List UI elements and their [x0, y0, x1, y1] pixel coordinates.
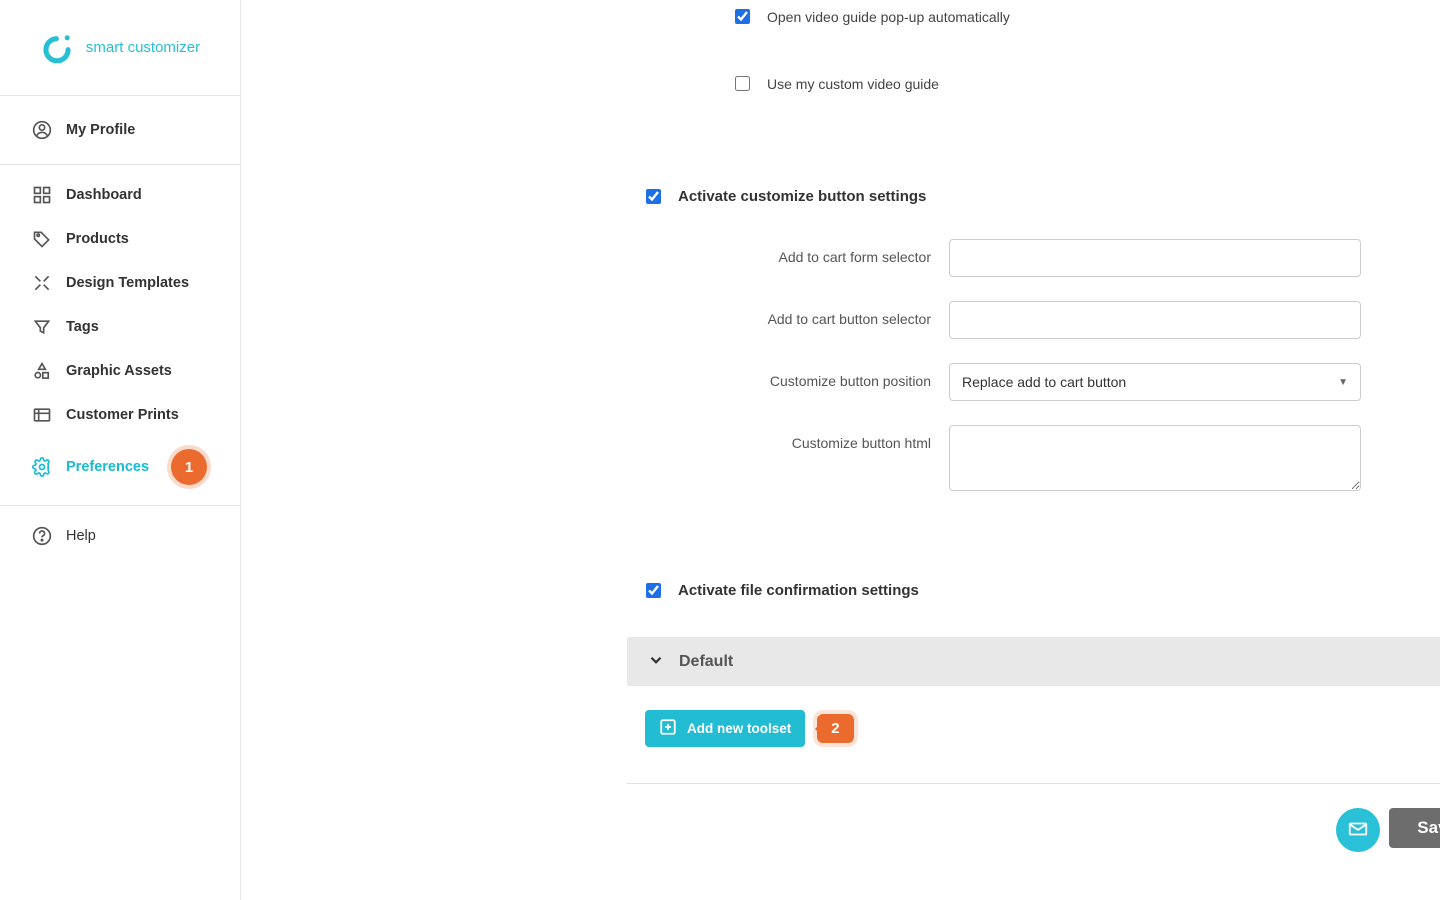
- divider: [627, 783, 1440, 784]
- sidebar-item-label: Design Templates: [66, 275, 189, 291]
- brand: smart customizer: [0, 0, 240, 96]
- sidebar-item-label: Graphic Assets: [66, 363, 172, 379]
- tools-icon: [32, 273, 52, 293]
- save-button[interactable]: Save: [1389, 808, 1440, 848]
- sidebar-item-label: My Profile: [66, 122, 135, 138]
- section-title: Activate file confirmation settings: [678, 582, 919, 599]
- sidebar-item-design-templates[interactable]: Design Templates: [0, 261, 240, 305]
- checkbox-activate-file-confirmation[interactable]: [646, 583, 661, 598]
- field-button-html: Customize button html: [241, 425, 1440, 494]
- field-label: Add to cart button selector: [241, 301, 949, 327]
- add-toolset-button[interactable]: Add new toolset: [645, 710, 805, 747]
- checkbox-input[interactable]: [735, 9, 750, 24]
- button-label: Save: [1417, 818, 1440, 837]
- checkbox-custom-video[interactable]: Use my custom video guide: [731, 67, 1440, 100]
- brand-logo-icon: [40, 31, 74, 65]
- checkbox-label: Use my custom video guide: [767, 76, 939, 92]
- input-form-selector[interactable]: [949, 239, 1361, 277]
- field-button-position: Customize button position Replace add to…: [241, 363, 1440, 401]
- tag-icon: [32, 229, 52, 249]
- input-button-selector[interactable]: [949, 301, 1361, 339]
- sidebar-section-profile: My Profile: [0, 96, 240, 165]
- field-label: Customize button position: [241, 363, 949, 389]
- callout-badge-1: 1: [171, 449, 207, 485]
- sidebar: smart customizer My Profile Dashboard: [0, 0, 241, 900]
- chevron-down-icon: ▼: [1338, 377, 1348, 388]
- sidebar-item-label: Products: [66, 231, 129, 247]
- sidebar-item-customer-prints[interactable]: Customer Prints: [0, 393, 240, 437]
- sidebar-section-main: Dashboard Products Design Templates Tags: [0, 165, 240, 506]
- section-file-confirmation: Activate file confirmation settings: [642, 580, 1440, 601]
- select-value: Replace add to cart button: [962, 374, 1126, 390]
- user-icon: [32, 120, 52, 140]
- sidebar-item-profile[interactable]: My Profile: [0, 108, 240, 152]
- field-label: Customize button html: [241, 425, 949, 451]
- checkbox-activate-customize[interactable]: [646, 189, 661, 204]
- button-label: Add new toolset: [687, 721, 791, 736]
- mail-icon: [1347, 818, 1369, 843]
- sidebar-item-graphic-assets[interactable]: Graphic Assets: [0, 349, 240, 393]
- checkbox-label: Open video guide pop-up automatically: [767, 9, 1010, 25]
- sidebar-item-label: Help: [66, 528, 96, 544]
- select-button-position[interactable]: Replace add to cart button ▼: [949, 363, 1361, 401]
- sidebar-section-help: Help: [0, 506, 240, 566]
- field-button-selector: Add to cart button selector: [241, 301, 1440, 339]
- sidebar-item-label: Tags: [66, 319, 99, 335]
- sidebar-item-label: Dashboard: [66, 187, 142, 203]
- help-icon: [32, 526, 52, 546]
- accordion-title: Default: [679, 653, 733, 671]
- dashboard-icon: [32, 185, 52, 205]
- filter-icon: [32, 317, 52, 337]
- sidebar-item-label: Customer Prints: [66, 407, 179, 423]
- field-label: Add to cart form selector: [241, 239, 949, 265]
- checkbox-auto-video-popup[interactable]: Open video guide pop-up automatically: [731, 0, 1440, 33]
- prints-icon: [32, 405, 52, 425]
- sidebar-item-dashboard[interactable]: Dashboard: [0, 173, 240, 217]
- main-content: Open video guide pop-up automatically Us…: [241, 0, 1440, 900]
- callout-badge-2: 2: [817, 714, 853, 743]
- gear-icon: [32, 457, 52, 477]
- sidebar-item-preferences[interactable]: Preferences 1: [0, 437, 240, 497]
- textarea-button-html[interactable]: [949, 425, 1361, 491]
- section-title: Activate customize button settings: [678, 188, 926, 205]
- field-form-selector: Add to cart form selector: [241, 239, 1440, 277]
- section-customize-button: Activate customize button settings: [642, 186, 1440, 207]
- chat-button[interactable]: [1336, 808, 1380, 852]
- sidebar-item-label: Preferences: [66, 459, 149, 475]
- checkbox-input[interactable]: [735, 76, 750, 91]
- plus-box-icon: [659, 718, 677, 739]
- chevron-down-icon: [647, 651, 665, 672]
- sidebar-item-tags[interactable]: Tags: [0, 305, 240, 349]
- sidebar-item-products[interactable]: Products: [0, 217, 240, 261]
- sidebar-item-help[interactable]: Help: [0, 514, 240, 558]
- shapes-icon: [32, 361, 52, 381]
- brand-name: smart customizer: [86, 39, 200, 56]
- accordion-default[interactable]: Default: [627, 637, 1440, 686]
